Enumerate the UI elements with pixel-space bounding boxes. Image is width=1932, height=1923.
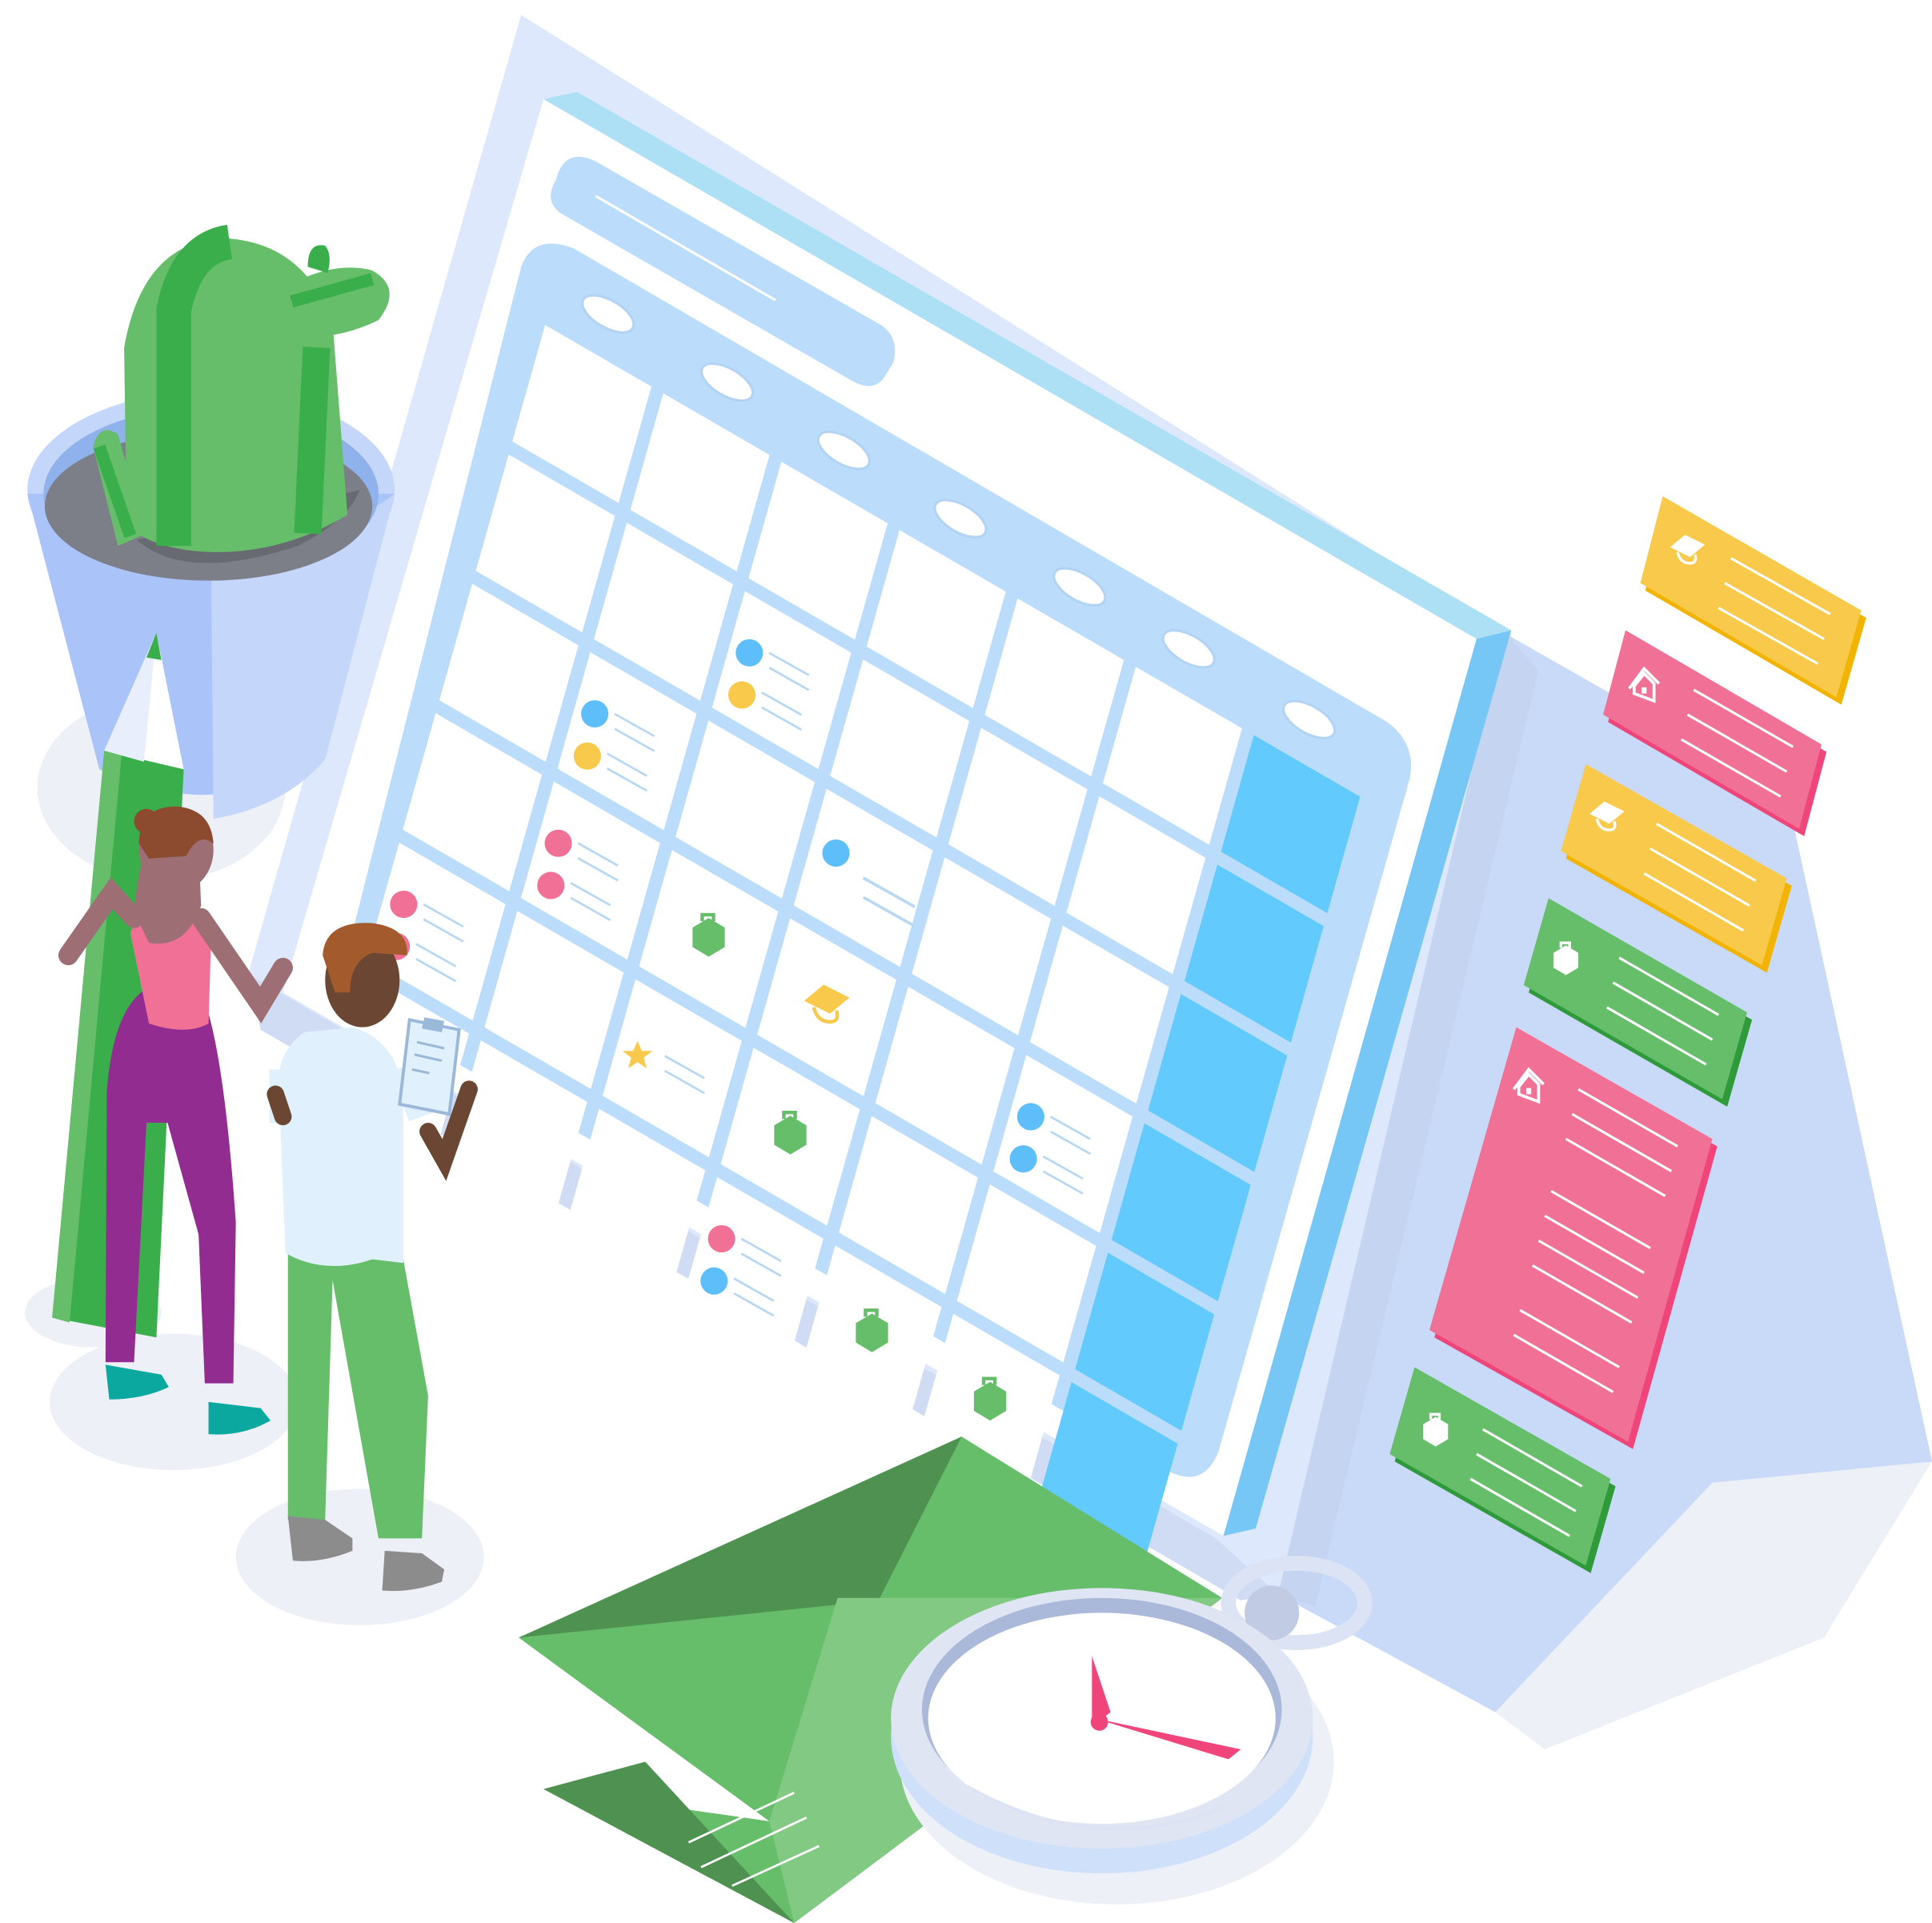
event-dot (700, 1267, 728, 1295)
event-dot (581, 700, 609, 728)
event-dot (1009, 1145, 1037, 1173)
event-dot (573, 742, 601, 770)
event-dot (728, 681, 756, 709)
calendar-illustration (25, 14, 1932, 1923)
event-dot (822, 839, 850, 867)
event-dot (544, 829, 572, 857)
event-dot (390, 890, 418, 919)
event-dot (736, 639, 764, 667)
event-dot (537, 871, 565, 899)
event-dot (707, 1224, 736, 1253)
clipboard (398, 1017, 461, 1116)
event-dot (1016, 1103, 1044, 1131)
